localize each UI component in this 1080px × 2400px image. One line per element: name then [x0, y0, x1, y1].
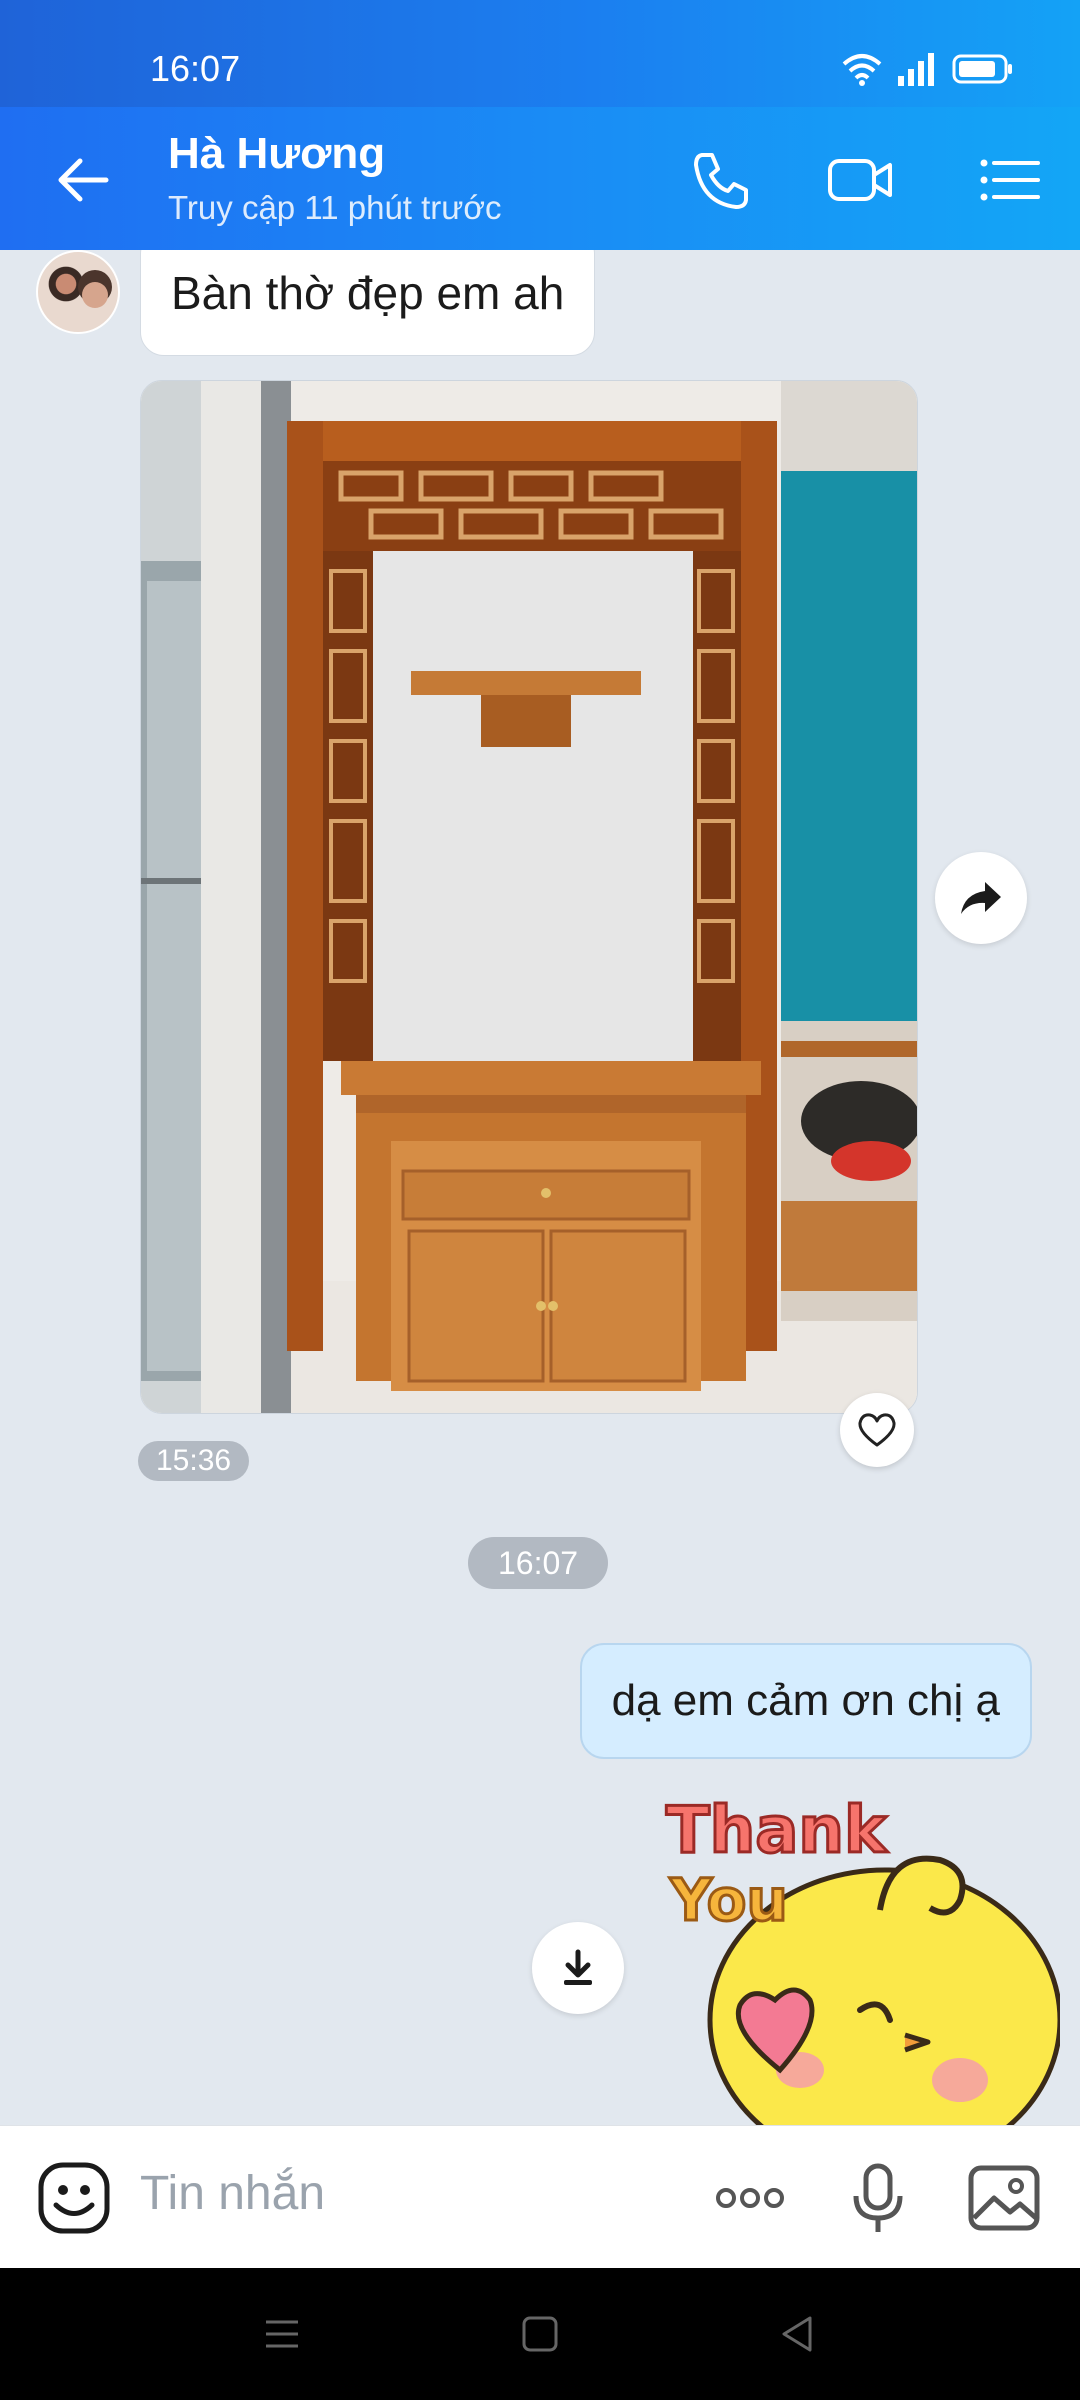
phone-icon[interactable]	[688, 147, 754, 213]
back-arrow-icon[interactable]	[50, 147, 116, 213]
share-arrow-icon	[961, 882, 1001, 914]
message-input[interactable]: Tin nhắn	[140, 2166, 325, 2221]
photo-content	[141, 381, 917, 1413]
signal-icon	[898, 53, 934, 86]
back-triangle-icon[interactable]	[774, 2310, 822, 2358]
sticker-text-thank: Thank	[666, 1794, 888, 1868]
contact-last-seen: Truy cập 11 phút trước	[168, 189, 502, 226]
incoming-message-bubble[interactable]: Bàn thờ đẹp em ah	[140, 250, 596, 356]
outgoing-message-bubble[interactable]: dạ em cảm ơn chị ạ	[579, 1643, 1032, 1759]
outgoing-message-text: dạ em cảm ơn chị ạ	[611, 1676, 1000, 1725]
contact-avatar[interactable]	[36, 250, 120, 334]
download-icon	[564, 1949, 592, 1985]
video-call-icon[interactable]	[828, 147, 894, 213]
message-input-bar: Tin nhắn	[0, 2125, 1080, 2268]
recent-apps-icon[interactable]	[258, 2310, 306, 2358]
shared-photo-altar-cabinet[interactable]	[140, 380, 918, 1414]
system-nav-bar	[0, 2268, 1080, 2400]
status-time: 16:07	[150, 48, 241, 89]
status-icons	[842, 52, 1014, 86]
home-icon[interactable]	[516, 2310, 564, 2358]
heart-icon	[858, 1413, 896, 1447]
download-sticker-button[interactable]	[532, 1922, 624, 2014]
chat-messages[interactable]: Bàn thờ đẹp em ah 15:36 16:07 dạ em cảm …	[0, 250, 1080, 2125]
sticker-text-you: You	[669, 1866, 788, 1934]
contact-name[interactable]: Hà Hương	[168, 129, 385, 179]
message-timestamp: 15:36	[138, 1441, 250, 1481]
thank-you-sticker[interactable]: Thank You	[660, 1780, 1060, 2125]
forward-button[interactable]	[935, 852, 1027, 944]
time-divider: 16:07	[468, 1537, 609, 1589]
gallery-image-icon[interactable]	[966, 2160, 1042, 2236]
status-bar: 16:07	[0, 0, 1080, 107]
chat-header: Hà Hương Truy cập 11 phút trước	[0, 107, 1080, 250]
react-button[interactable]	[840, 1393, 914, 1467]
more-options-icon[interactable]	[712, 2160, 788, 2236]
wifi-icon	[842, 54, 882, 86]
list-menu-icon[interactable]	[976, 147, 1042, 213]
emoji-sticker-icon[interactable]	[36, 2160, 112, 2236]
incoming-message-text: Bàn thờ đẹp em ah	[171, 267, 565, 319]
microphone-icon[interactable]	[840, 2160, 916, 2236]
battery-icon	[952, 54, 1012, 84]
